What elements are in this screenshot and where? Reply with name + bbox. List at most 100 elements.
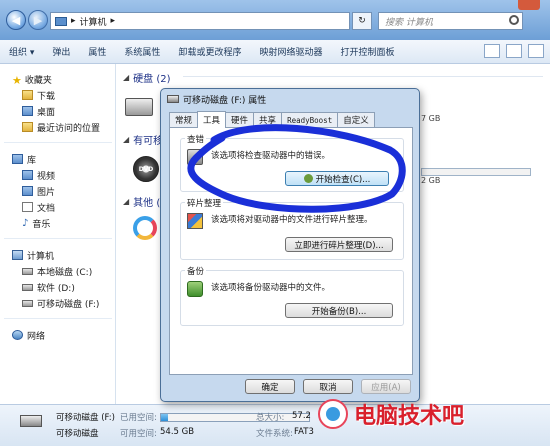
sidebar-label: 库 <box>27 155 37 166</box>
document-icon <box>22 202 33 212</box>
group-label: 硬盘 (2) <box>133 74 171 85</box>
tab-hardware[interactable]: 硬件 <box>225 112 255 127</box>
group-header-hdd[interactable]: ◢ 硬盘 (2) <box>123 70 543 85</box>
sidebar-label: 音乐 <box>32 219 51 230</box>
error-check-section: 查错 该选项将检查驱动器中的错误。 开始检查(C)... <box>180 133 404 192</box>
group-header-removable[interactable]: ◢ 有可移 <box>123 132 163 147</box>
drive-icon[interactable] <box>125 98 153 116</box>
organize-button[interactable]: 组织 ▾ <box>0 45 43 58</box>
tab-customize[interactable]: 自定义 <box>337 112 375 127</box>
sidebar-label: 下载 <box>37 91 56 102</box>
sidebar-libraries[interactable]: 库 <box>12 152 36 166</box>
refresh-button[interactable]: ↻ <box>352 12 372 30</box>
sidebar-favorites[interactable]: ★ 收藏夹 <box>12 72 52 87</box>
group-label: 其他 ( <box>133 198 161 209</box>
backup-section: 备份 该选项将备份驱动器中的文件。 开始备份(B)... <box>180 265 404 326</box>
sidebar-item-documents[interactable]: 文档 <box>22 200 55 214</box>
watermark-logo-icon <box>318 399 348 429</box>
drive-usage-bar <box>421 168 531 176</box>
breadcrumb-computer[interactable]: 计算机 <box>80 15 107 28</box>
preview-pane-icon[interactable] <box>506 44 522 58</box>
sidebar-item-recent[interactable]: 最近访问的位置 <box>22 120 100 134</box>
computer-icon <box>12 250 23 260</box>
ok-button[interactable]: 确定 <box>245 379 295 394</box>
status-drive-name: 可移动磁盘 (F:) <box>56 413 115 423</box>
sidebar-item-downloads[interactable]: 下载 <box>22 88 55 102</box>
expand-triangle-icon: ◢ <box>123 73 130 82</box>
tab-readyboost[interactable]: ReadyBoost <box>281 112 339 127</box>
dvd-label: DVD <box>138 165 154 173</box>
search-icon <box>509 15 519 25</box>
tab-tools[interactable]: 工具 <box>197 111 227 128</box>
defrag-icon <box>187 213 203 229</box>
drive-icon <box>22 267 33 275</box>
status-fs-label: 文件系统: <box>256 429 293 439</box>
sidebar-item-drive-d[interactable]: 软件 (D:) <box>22 280 75 294</box>
sidebar-item-music[interactable]: ♪ 音乐 <box>22 216 50 230</box>
cancel-button[interactable]: 取消 <box>303 379 353 394</box>
music-note-icon: ♪ <box>22 218 29 229</box>
uninstall-program-button[interactable]: 卸载或更改程序 <box>169 45 250 58</box>
usb-drive-icon <box>167 95 179 103</box>
arrow-left-icon: ◀ <box>11 13 21 27</box>
sidebar-item-drive-c[interactable]: 本地磁盘 (C:) <box>22 264 92 278</box>
properties-button[interactable]: 属性 <box>79 45 115 58</box>
sidebar-label: 图片 <box>37 187 56 198</box>
help-icon[interactable] <box>528 44 544 58</box>
group-header-other[interactable]: ◢ 其他 ( <box>123 194 160 209</box>
section-description: 该选项将对驱动器中的文件进行碎片整理。 <box>211 215 373 225</box>
system-properties-button[interactable]: 系统属性 <box>115 45 169 58</box>
breadcrumb-sep[interactable]: ▸ <box>111 16 116 26</box>
forward-button[interactable]: ▶ <box>28 10 48 30</box>
back-button[interactable]: ◀ <box>6 10 26 30</box>
tab-general[interactable]: 常规 <box>169 112 199 127</box>
tab-sharing[interactable]: 共享 <box>253 112 283 127</box>
address-bar[interactable]: ▸ 计算机 ▸ <box>50 12 350 30</box>
backup-now-button[interactable]: 开始备份(B)... <box>285 303 393 318</box>
check-now-button[interactable]: 开始检查(C)... <box>285 171 389 186</box>
usb-drive-icon <box>22 299 33 307</box>
view-options-icon[interactable] <box>484 44 500 58</box>
section-title: 备份 <box>185 265 207 277</box>
computer-icon <box>55 16 67 26</box>
sidebar-computer[interactable]: 计算机 <box>12 248 54 262</box>
sidebar-label: 收藏夹 <box>24 75 52 86</box>
status-total-label: 总大小: <box>256 413 285 423</box>
window-close-button[interactable] <box>518 0 540 10</box>
cloud-app-icon[interactable] <box>133 216 157 240</box>
picture-icon <box>22 186 33 196</box>
drive-properties-dialog: 可移动磁盘 (F:) 属性 常规 工具 硬件 共享 ReadyBoost 自定义… <box>160 88 420 402</box>
sidebar-item-drive-f[interactable]: 可移动磁盘 (F:) <box>22 296 99 310</box>
desktop-icon <box>22 106 33 116</box>
status-fs-value: FAT3 <box>294 427 314 437</box>
open-control-panel-button[interactable]: 打开控制面板 <box>331 45 403 58</box>
button-label: 确定 <box>261 382 279 393</box>
eject-button[interactable]: 弹出 <box>43 45 79 58</box>
status-drive-type: 可移动磁盘 <box>56 429 99 439</box>
command-bar: 组织 ▾ 弹出 属性 系统属性 卸载或更改程序 映射网络驱动器 打开控制面板 <box>0 40 550 64</box>
sidebar-label: 网络 <box>27 331 46 342</box>
star-icon: ★ <box>12 74 22 87</box>
section-title: 查错 <box>185 133 207 145</box>
sidebar-label: 视频 <box>37 171 56 182</box>
dvd-drive-icon[interactable]: DVD <box>133 156 159 182</box>
sidebar-item-videos[interactable]: 视频 <box>22 168 55 182</box>
apply-button[interactable]: 应用(A) <box>361 379 411 394</box>
search-input[interactable]: 搜索 计算机 <box>378 12 523 30</box>
refresh-icon: ↻ <box>358 16 366 26</box>
shield-icon <box>303 174 313 183</box>
drive-size-text: 7 GB <box>421 114 441 123</box>
divider <box>4 142 112 143</box>
map-network-drive-button[interactable]: 映射网络驱动器 <box>250 45 331 58</box>
button-label: 开始备份(B)... <box>311 306 367 317</box>
sidebar-network[interactable]: 网络 <box>12 328 45 342</box>
dialog-title-text: 可移动磁盘 (F:) 属性 <box>183 95 267 106</box>
sidebar-item-desktop[interactable]: 桌面 <box>22 104 55 118</box>
section-description: 该选项将检查驱动器中的错误。 <box>211 151 331 161</box>
sidebar-item-pictures[interactable]: 图片 <box>22 184 55 198</box>
sidebar-label: 软件 (D:) <box>37 283 75 294</box>
window-titlebar: ◀ ▶ ▸ 计算机 ▸ ↻ 搜索 计算机 <box>0 0 550 40</box>
arrow-right-icon: ▶ <box>33 13 43 27</box>
status-used-label: 已用空间: <box>120 413 157 423</box>
defragment-now-button[interactable]: 立即进行碎片整理(D)... <box>285 237 393 252</box>
